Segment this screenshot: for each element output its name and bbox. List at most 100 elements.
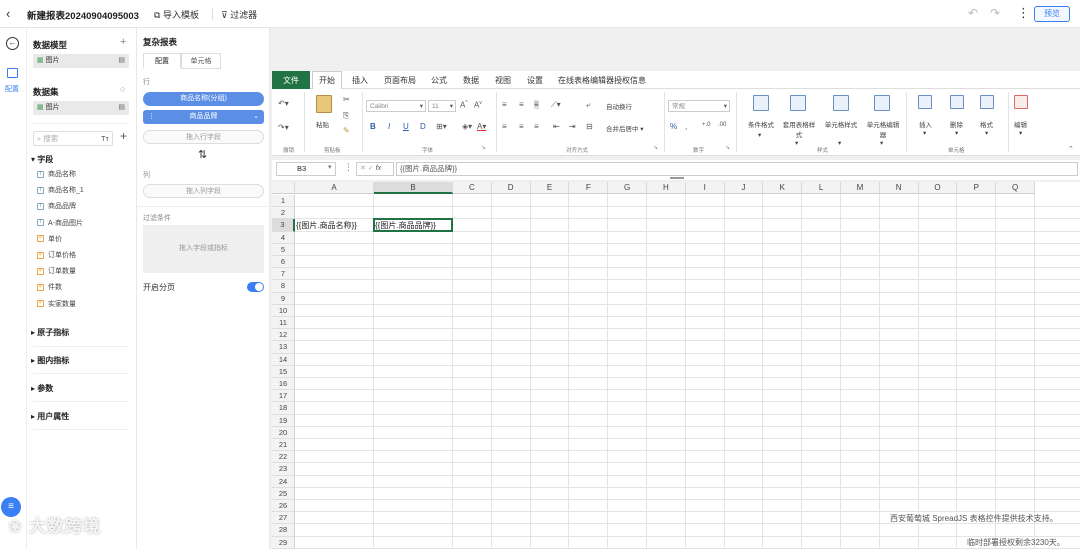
- undo-icon[interactable]: ↶: [968, 6, 978, 20]
- edit-icon[interactable]: [1014, 95, 1028, 109]
- row-drop-zone[interactable]: 拖入行字段: [143, 130, 264, 144]
- tab-config[interactable]: 配置: [143, 53, 181, 69]
- field-item[interactable]: T A-商品图片: [37, 218, 83, 230]
- align-right-icon[interactable]: ≡: [534, 122, 539, 131]
- cell-style-button[interactable]: 单元格样式: [824, 119, 858, 129]
- table-style-button[interactable]: 套用表格样式: [782, 119, 816, 139]
- undo-icon[interactable]: ↶▾: [278, 99, 289, 108]
- group-atomic-metrics[interactable]: ▸ 原子指标: [31, 327, 69, 338]
- fields-group[interactable]: ▾ 字段: [31, 154, 53, 165]
- wrap-text-button[interactable]: 自动换行: [606, 101, 632, 111]
- double-underline-icon[interactable]: D: [420, 122, 426, 131]
- align-middle-icon[interactable]: ≡: [519, 100, 524, 109]
- row-header[interactable]: 26: [272, 500, 295, 513]
- resize-handle[interactable]: [670, 177, 684, 179]
- tab-license[interactable]: 在线表格编辑器授权信息: [558, 75, 646, 86]
- conditional-format-button[interactable]: 条件格式: [742, 119, 780, 129]
- expand-icon[interactable]: ↘: [653, 144, 658, 151]
- expand-icon[interactable]: ↘: [481, 144, 486, 151]
- row-header[interactable]: 7: [272, 268, 295, 281]
- edit-button[interactable]: 编辑: [1014, 119, 1027, 129]
- column-header[interactable]: B: [374, 182, 453, 194]
- column-header[interactable]: K: [763, 182, 803, 194]
- align-center-icon[interactable]: ≡: [519, 122, 524, 131]
- column-header[interactable]: O: [918, 182, 958, 194]
- confirm-icon[interactable]: ✓: [368, 165, 374, 172]
- config-label[interactable]: 配置: [5, 84, 19, 94]
- add-field-icon[interactable]: +: [120, 129, 127, 143]
- column-header[interactable]: C: [453, 182, 492, 194]
- tab-cell[interactable]: 单元格: [181, 53, 221, 69]
- column-header[interactable]: P: [957, 182, 997, 194]
- select-all-corner[interactable]: [272, 182, 295, 194]
- column-header[interactable]: J: [724, 182, 764, 194]
- cut-icon[interactable]: ✂: [343, 95, 350, 104]
- row-pill-product-name[interactable]: 商品名称(分组): [143, 92, 264, 106]
- more-icon[interactable]: ⋮: [344, 162, 353, 173]
- column-header[interactable]: F: [569, 182, 609, 194]
- row-header[interactable]: 4: [272, 231, 295, 244]
- format-cells-icon[interactable]: [980, 95, 994, 109]
- orientation-icon[interactable]: ⟋▾: [551, 100, 561, 110]
- row-header[interactable]: 21: [272, 439, 295, 452]
- row-header[interactable]: 29: [272, 536, 295, 549]
- comma-icon[interactable]: ,: [685, 122, 687, 131]
- cell-editor-icon[interactable]: [874, 95, 890, 111]
- field-search-input[interactable]: ⌕ 搜索 Tт: [33, 131, 113, 146]
- border-icon[interactable]: ⊞▾: [436, 122, 447, 131]
- paste-label[interactable]: 粘贴: [316, 119, 329, 129]
- tab-insert[interactable]: 插入: [352, 75, 368, 86]
- field-item[interactable]: # 订单价格: [37, 250, 76, 262]
- tab-data[interactable]: 数据: [463, 75, 479, 86]
- cell-style-icon[interactable]: [833, 95, 849, 111]
- chevron-down-icon[interactable]: ▾: [1019, 129, 1022, 137]
- column-header[interactable]: I: [685, 182, 725, 194]
- field-item[interactable]: # 件数: [37, 282, 62, 294]
- column-header[interactable]: Q: [996, 182, 1035, 194]
- col-drop-zone[interactable]: 拖入列字段: [143, 184, 264, 198]
- chevron-down-icon[interactable]: ▾: [985, 129, 988, 137]
- collapse-icon[interactable]: ←: [6, 37, 19, 50]
- group-params[interactable]: ▸ 参数: [31, 383, 53, 394]
- chevron-down-icon[interactable]: ▾: [880, 139, 883, 147]
- name-box[interactable]: B3: [276, 162, 336, 176]
- row-header[interactable]: 2: [272, 207, 295, 220]
- row-header[interactable]: 14: [272, 353, 295, 366]
- copy-icon[interactable]: ⎘: [343, 111, 349, 121]
- row-header[interactable]: 10: [272, 304, 295, 317]
- column-header[interactable]: E: [530, 182, 570, 194]
- align-top-icon[interactable]: ≡: [502, 100, 507, 109]
- row-header[interactable]: 15: [272, 365, 295, 378]
- italic-icon[interactable]: I: [388, 122, 390, 131]
- increase-decimal-icon[interactable]: +.0: [702, 122, 711, 128]
- shrink-font-icon[interactable]: Av: [474, 100, 482, 110]
- paste-icon[interactable]: [316, 95, 332, 113]
- group-user-attrs[interactable]: ▸ 用户属性: [31, 411, 69, 422]
- redo-icon[interactable]: ↷: [990, 6, 1000, 20]
- indent-icon[interactable]: ⇥: [569, 122, 576, 131]
- chevron-down-icon[interactable]: ▾: [795, 139, 798, 147]
- data-model-item[interactable]: ▦ 图片 ▤: [33, 54, 129, 68]
- field-item[interactable]: # 订单数量: [37, 266, 76, 278]
- back-icon[interactable]: ‹: [6, 6, 10, 21]
- chevron-down-icon[interactable]: ▾: [758, 131, 761, 139]
- column-header[interactable]: H: [647, 182, 686, 194]
- insert-cells-icon[interactable]: [918, 95, 932, 109]
- tab-formula[interactable]: 公式: [431, 75, 447, 86]
- row-header[interactable]: 3: [272, 219, 295, 232]
- row-header[interactable]: 18: [272, 402, 295, 415]
- chevron-down-icon[interactable]: ⌄: [253, 110, 259, 124]
- number-format-select[interactable]: 常规 ▾: [668, 100, 730, 112]
- tab-page-layout[interactable]: 页面布局: [384, 75, 416, 86]
- cell-editor-button[interactable]: 单元格编辑器: [866, 119, 900, 139]
- dataset-item[interactable]: ▦ 图片 ▤: [33, 101, 129, 115]
- cancel-icon[interactable]: ✕: [360, 165, 366, 172]
- decrease-decimal-icon[interactable]: .00: [718, 122, 726, 128]
- chevron-down-icon[interactable]: ▾: [923, 129, 926, 137]
- percent-icon[interactable]: %: [670, 122, 677, 131]
- column-header[interactable]: L: [802, 182, 841, 194]
- align-left-icon[interactable]: ≡: [502, 122, 507, 131]
- table-style-icon[interactable]: [790, 95, 806, 111]
- filter-button[interactable]: ⊽ 过滤器: [221, 8, 257, 21]
- row-header[interactable]: 6: [272, 256, 295, 269]
